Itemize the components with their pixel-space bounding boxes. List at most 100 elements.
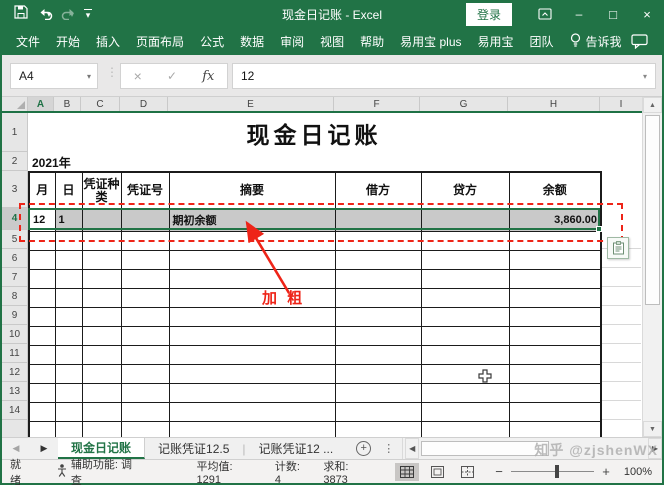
ribbon-display-options-icon[interactable]: [528, 0, 562, 28]
row-header-2[interactable]: 2: [2, 152, 27, 171]
empty-row-15[interactable]: [29, 421, 601, 437]
select-all-corner[interactable]: [2, 97, 28, 111]
scroll-right-icon[interactable]: ▶: [648, 438, 662, 459]
ribbon-tab-formulas[interactable]: 公式: [192, 28, 232, 55]
comments-icon[interactable]: [631, 34, 648, 49]
horizontal-scroll-thumb[interactable]: [421, 441, 549, 456]
column-header-B[interactable]: B: [54, 97, 81, 111]
cell-G4[interactable]: [421, 209, 509, 231]
cell-A4[interactable]: 12: [29, 209, 55, 231]
empty-row-9[interactable]: [29, 307, 601, 326]
zoom-in-icon[interactable]: +: [602, 464, 610, 479]
ribbon-tab-yiyongbao-plus[interactable]: 易用宝 plus: [392, 28, 469, 55]
header-day[interactable]: 日: [55, 172, 82, 209]
row-header-8[interactable]: 8: [2, 287, 27, 306]
ribbon-tab-file[interactable]: 文件: [0, 28, 48, 55]
vertical-scroll-thumb[interactable]: [645, 115, 660, 305]
row-header-7[interactable]: 7: [2, 268, 27, 287]
empty-row-10[interactable]: [29, 326, 601, 345]
sum-status[interactable]: 求和: 3873: [323, 458, 373, 485]
ribbon-tab-review[interactable]: 审阅: [272, 28, 312, 55]
sheet-tab-more-icon[interactable]: ⋮: [383, 442, 394, 455]
count-status[interactable]: 计数: 4: [275, 458, 307, 485]
normal-view-icon[interactable]: [395, 463, 419, 481]
zoom-out-icon[interactable]: −: [495, 464, 503, 479]
undo-icon[interactable]: ▾: [38, 8, 51, 20]
page-break-view-icon[interactable]: [455, 463, 479, 481]
column-header-C[interactable]: C: [81, 97, 120, 111]
cell-E4[interactable]: 期初余额: [169, 209, 335, 231]
redo-icon[interactable]: ▾: [61, 8, 74, 20]
customize-qat-icon[interactable]: ▾: [84, 9, 92, 20]
ribbon-tab-insert[interactable]: 插入: [88, 28, 128, 55]
new-sheet-icon[interactable]: +: [356, 441, 371, 456]
save-icon[interactable]: [14, 5, 28, 24]
header-balance[interactable]: 余额: [509, 172, 601, 209]
empty-row-13[interactable]: [29, 383, 601, 402]
zoom-slider[interactable]: [511, 471, 594, 472]
row-header-1[interactable]: 1: [2, 113, 27, 152]
page-layout-view-icon[interactable]: [425, 463, 449, 481]
column-header-I[interactable]: I: [600, 97, 642, 111]
sheet-nav-next-icon[interactable]: ▶: [30, 438, 58, 459]
scroll-down-icon[interactable]: ▼: [643, 421, 662, 437]
zoom-slider-thumb[interactable]: [555, 465, 559, 478]
undo-dropdown-caret[interactable]: ▾: [47, 10, 51, 19]
ribbon-tab-yiyongbao[interactable]: 易用宝: [470, 28, 522, 55]
empty-row-14[interactable]: [29, 402, 601, 421]
cell-C4[interactable]: [82, 209, 121, 231]
cell-H4[interactable]: 3,860.00: [509, 209, 601, 231]
maximize-button[interactable]: □: [596, 0, 630, 28]
sheet-tab-voucher-12-5[interactable]: 记账凭证12.5: [145, 438, 242, 459]
empty-row-5[interactable]: [29, 231, 601, 250]
login-button[interactable]: 登录: [466, 3, 512, 26]
vertical-scrollbar[interactable]: ▲ ▼: [642, 97, 662, 437]
row-header-4[interactable]: 4: [2, 208, 27, 230]
average-status[interactable]: 平均值: 1291: [197, 458, 257, 485]
formula-bar-expand-icon[interactable]: ▾: [643, 72, 647, 81]
cell-F4[interactable]: [335, 209, 421, 231]
header-credit[interactable]: 贷方: [421, 172, 509, 209]
row-header-13[interactable]: 13: [2, 382, 27, 401]
header-summary[interactable]: 摘要: [169, 172, 335, 209]
row-header-6[interactable]: 6: [2, 249, 27, 268]
zoom-level[interactable]: 100%: [624, 466, 652, 478]
formula-input[interactable]: 12 ▾: [232, 63, 656, 89]
empty-row-6[interactable]: [29, 250, 601, 269]
enter-icon[interactable]: ✓: [167, 69, 177, 83]
sheet-tab-voucher-12[interactable]: 记账凭证12 ...: [246, 438, 347, 459]
name-box[interactable]: A4 ▾: [10, 63, 98, 89]
horizontal-scrollbar[interactable]: ◀ ▶ 知乎 @zjshenWX: [402, 438, 662, 459]
column-header-E[interactable]: E: [168, 97, 334, 111]
minimize-button[interactable]: –: [562, 0, 596, 28]
close-button[interactable]: ×: [630, 0, 664, 28]
row-header-11[interactable]: 11: [2, 344, 27, 363]
row-header-9[interactable]: 9: [2, 306, 27, 325]
row-header-15[interactable]: [2, 420, 27, 437]
scroll-left-icon[interactable]: ◀: [405, 438, 419, 459]
row-header-14[interactable]: 14: [2, 401, 27, 420]
column-header-H[interactable]: H: [508, 97, 600, 111]
accessibility-status[interactable]: 辅助功能: 调查: [57, 456, 139, 485]
ribbon-tab-page-layout[interactable]: 页面布局: [128, 28, 192, 55]
empty-row-7[interactable]: [29, 269, 601, 288]
ribbon-tab-view[interactable]: 视图: [312, 28, 352, 55]
cell-D4[interactable]: [121, 209, 169, 231]
fill-handle[interactable]: [596, 226, 602, 232]
header-voucher-no[interactable]: 凭证号: [121, 172, 169, 209]
ribbon-tab-help[interactable]: 帮助: [352, 28, 392, 55]
column-header-A[interactable]: A: [28, 97, 54, 111]
scroll-up-icon[interactable]: ▲: [643, 97, 662, 113]
column-header-F[interactable]: F: [334, 97, 420, 111]
name-box-caret-icon[interactable]: ▾: [87, 72, 91, 81]
ribbon-tab-home[interactable]: 开始: [48, 28, 88, 55]
column-header-G[interactable]: G: [420, 97, 508, 111]
row-header-10[interactable]: 10: [2, 325, 27, 344]
row-header-3[interactable]: 3: [2, 171, 27, 208]
insert-function-icon[interactable]: fx: [202, 69, 214, 84]
cancel-icon[interactable]: ×: [134, 68, 142, 84]
paste-options-icon[interactable]: [607, 237, 629, 259]
row-header-12[interactable]: 12: [2, 363, 27, 382]
empty-row-12[interactable]: [29, 364, 601, 383]
redo-dropdown-caret[interactable]: ▾: [70, 10, 74, 19]
